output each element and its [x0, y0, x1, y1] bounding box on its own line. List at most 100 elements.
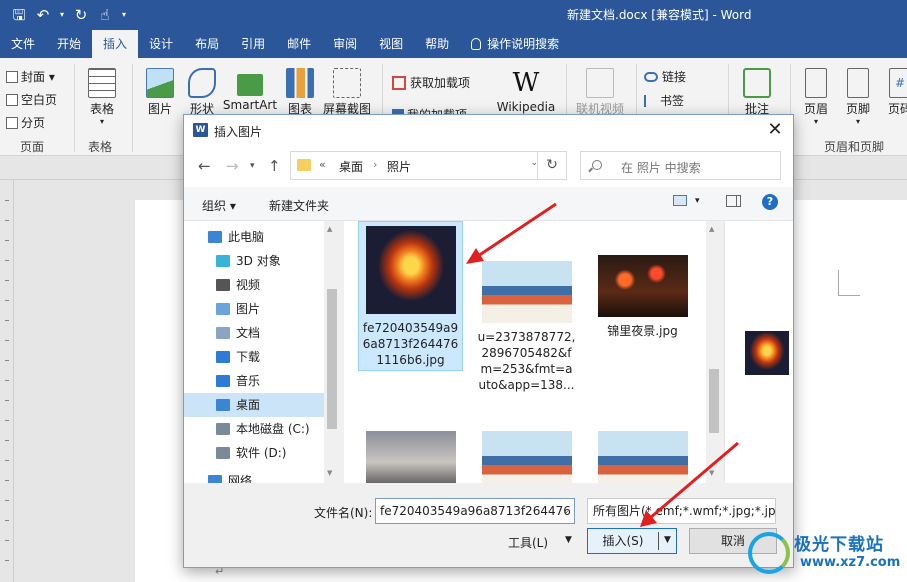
scroll-up-icon[interactable]: ▲: [327, 225, 332, 233]
shapes-button[interactable]: 形状: [182, 68, 222, 117]
tab-file[interactable]: 文件: [0, 30, 46, 58]
save-icon[interactable]: 🖫: [10, 5, 28, 25]
tab-mailings[interactable]: 邮件: [276, 30, 322, 58]
tools-button[interactable]: 工具(L): [508, 534, 548, 551]
screenshot-button[interactable]: 屏幕截图: [320, 68, 374, 117]
insert-dropdown-icon[interactable]: ▼: [664, 535, 671, 545]
tab-help[interactable]: 帮助: [414, 30, 460, 58]
breadcrumb-desktop[interactable]: 桌面: [339, 158, 363, 175]
filetype-select[interactable]: 所有图片(*.emf;*.wmf;*.jpg;*.jp: [587, 498, 776, 524]
breadcrumb-photos[interactable]: 照片: [387, 158, 411, 175]
page-number-button[interactable]: # 页码: [882, 68, 907, 117]
redo-icon[interactable]: ↻: [72, 5, 90, 25]
file-item[interactable]: u=2373878772,2896705482&fm=253&fmt=auto&…: [474, 257, 579, 393]
help-icon[interactable]: ?: [762, 194, 778, 210]
nav-network[interactable]: 网络: [184, 469, 324, 483]
tab-home[interactable]: 开始: [46, 30, 92, 58]
page-break-button[interactable]: 分页: [6, 114, 45, 131]
recent-locations-icon[interactable]: ▾: [250, 161, 255, 171]
file-item[interactable]: [474, 427, 579, 483]
nav-disk-d[interactable]: 软件 (D:): [184, 441, 324, 465]
customize-qat-icon[interactable]: ▾: [120, 5, 128, 25]
nav-this-pc[interactable]: 此电脑: [184, 225, 324, 249]
blank-page-button[interactable]: 空白页: [6, 91, 57, 108]
dialog-title-bar[interactable]: W 插入图片 ✕: [184, 115, 793, 145]
nav-3d-objects[interactable]: 3D 对象: [184, 249, 324, 273]
scroll-down-icon[interactable]: ▼: [327, 469, 332, 477]
file-list-scrollbar[interactable]: ▲ ▼: [706, 221, 722, 483]
comment-button[interactable]: 批注: [736, 68, 778, 117]
tell-me-label: 操作说明搜索: [487, 37, 560, 51]
view-dropdown-icon[interactable]: ▾: [695, 196, 700, 206]
filename-dropdown-icon[interactable]: ⌄: [562, 499, 570, 523]
change-view-icon[interactable]: [673, 195, 687, 206]
nav-desktop[interactable]: 桌面: [184, 393, 324, 417]
tab-references[interactable]: 引用: [230, 30, 276, 58]
pictures-icon: [216, 303, 230, 315]
chart-icon: [286, 68, 314, 98]
quick-access-toolbar: 🖫 ↶ ▾ ↻ ☝ ▾: [10, 5, 128, 25]
close-icon[interactable]: ✕: [765, 119, 785, 140]
new-folder-button[interactable]: 新建文件夹: [269, 197, 329, 214]
forward-icon[interactable]: →: [226, 157, 239, 175]
touch-mode-icon[interactable]: ☝: [96, 5, 114, 25]
search-placeholder: 在 照片 中搜索: [621, 161, 701, 175]
ribbon-tabs: 文件 开始 插入 设计 布局 引用 邮件 审阅 视图 帮助 操作说明搜索: [0, 30, 907, 58]
tell-me-search[interactable]: 操作说明搜索: [460, 30, 570, 58]
comment-icon: [743, 68, 771, 98]
insert-label: 插入(S): [602, 534, 644, 548]
nav-documents[interactable]: 文档: [184, 321, 324, 345]
scrollbar-thumb[interactable]: [709, 369, 719, 433]
filename-input[interactable]: fe720403549a96a8713f264476 ⌄: [375, 498, 575, 524]
dialog-title: 插入图片: [214, 125, 263, 139]
up-icon[interactable]: ↑: [268, 157, 281, 175]
file-item[interactable]: [358, 427, 463, 483]
address-bar[interactable]: « 桌面 › 照片 ⌄: [290, 151, 548, 180]
undo-icon[interactable]: ↶: [34, 5, 52, 25]
header-button[interactable]: 页眉 ▾: [798, 68, 834, 126]
footer-button[interactable]: 页脚 ▾: [840, 68, 876, 126]
scroll-up-icon[interactable]: ▲: [709, 225, 714, 233]
file-item[interactable]: [590, 427, 695, 483]
screenshot-icon: [333, 68, 361, 98]
online-video-button[interactable]: 联机视频: [572, 68, 628, 117]
wikipedia-button[interactable]: W Wikipedia: [494, 68, 558, 114]
link-button[interactable]: 链接: [644, 68, 686, 85]
online-video-icon: [586, 68, 614, 98]
navigation-pane: 此电脑 3D 对象 视频 图片 文档 下载 音乐 桌面 本地磁盘 (C:) 软件…: [184, 221, 340, 483]
breadcrumb-overflow[interactable]: «: [319, 158, 326, 171]
insert-button[interactable]: 插入(S) ▼: [587, 528, 677, 554]
file-item[interactable]: fe720403549a96a8713f2644761116b6.jpg: [358, 221, 463, 371]
bookmark-button[interactable]: 书签: [644, 92, 684, 109]
pictures-label: 图片: [147, 102, 172, 116]
file-item[interactable]: 锦里夜景.jpg: [590, 251, 695, 339]
nav-disk-c[interactable]: 本地磁盘 (C:): [184, 417, 324, 441]
search-input[interactable]: 在 照片 中搜索: [580, 151, 781, 180]
tab-insert[interactable]: 插入: [92, 30, 139, 58]
smartart-button[interactable]: SmartArt: [222, 68, 278, 112]
nav-music[interactable]: 音乐: [184, 369, 324, 393]
scroll-down-icon[interactable]: ▼: [709, 469, 714, 477]
table-button[interactable]: 表格 ▾: [84, 68, 120, 126]
nav-videos[interactable]: 视频: [184, 273, 324, 297]
nav-pictures[interactable]: 图片: [184, 297, 324, 321]
tab-layout[interactable]: 布局: [184, 30, 230, 58]
file-list: fe720403549a96a8713f2644761116b6.jpg u=2…: [344, 221, 722, 483]
refresh-icon[interactable]: ↻: [537, 151, 567, 180]
preview-pane-icon[interactable]: [726, 195, 741, 207]
tab-view[interactable]: 视图: [368, 30, 414, 58]
tab-design[interactable]: 设计: [138, 30, 184, 58]
get-addins-button[interactable]: 获取加载项: [392, 74, 470, 91]
tools-dropdown-icon[interactable]: ▼: [565, 535, 572, 545]
nav-downloads[interactable]: 下载: [184, 345, 324, 369]
back-icon[interactable]: ←: [198, 157, 211, 175]
undo-dropdown-icon[interactable]: ▾: [58, 5, 66, 25]
tab-review[interactable]: 审阅: [322, 30, 368, 58]
chart-button[interactable]: 图表: [282, 68, 318, 117]
scrollbar-thumb[interactable]: [327, 289, 337, 429]
cover-page-button[interactable]: 封面 ▾: [6, 68, 55, 85]
organize-button[interactable]: 组织 ▾: [202, 197, 236, 214]
vertical-ruler[interactable]: [0, 180, 14, 582]
pictures-button[interactable]: 图片: [140, 68, 180, 117]
nav-pane-scrollbar[interactable]: ▲ ▼: [324, 221, 340, 483]
